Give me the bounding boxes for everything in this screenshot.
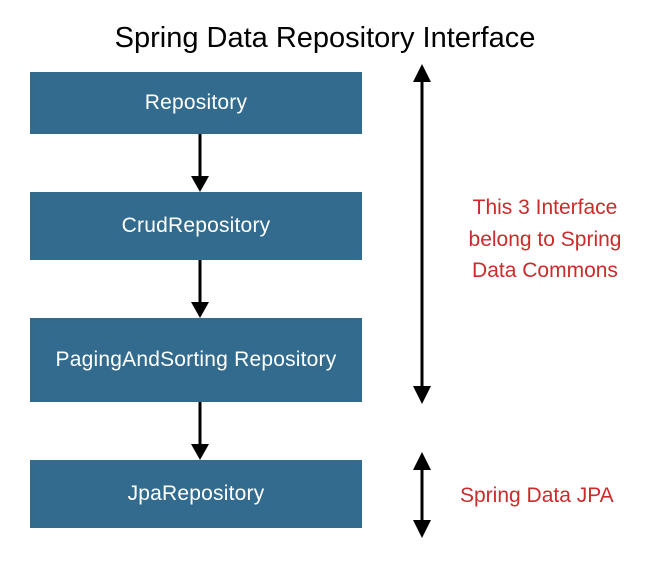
diagram-title: Spring Data Repository Interface <box>0 0 650 65</box>
arrow-down-icon <box>190 402 210 465</box>
box-paging-and-sorting-repository: PagingAndSorting Repository <box>30 318 362 402</box>
box-label: CrudRepository <box>122 213 271 239</box>
arrow-down-icon <box>190 260 210 323</box>
box-label: PagingAndSorting Repository <box>56 347 337 373</box>
box-jpa-repository: JpaRepository <box>30 460 362 528</box>
annotation-data-jpa: Spring Data JPA <box>460 482 650 510</box>
box-label: Repository <box>145 90 247 116</box>
arrow-down-icon <box>190 134 210 197</box>
annotation-data-commons: This 3 Interface belong to Spring Data C… <box>450 192 640 287</box>
box-repository: Repository <box>30 72 362 134</box>
double-arrow-icon <box>410 64 434 409</box>
annotation-text: Spring Data JPA <box>460 484 614 507</box>
annotation-text: This 3 Interface belong to Spring Data C… <box>469 196 622 282</box>
box-crud-repository: CrudRepository <box>30 192 362 260</box>
box-label: JpaRepository <box>128 481 265 507</box>
diagram-area: Repository CrudRepository PagingAndSorti… <box>30 72 630 562</box>
double-arrow-icon <box>410 452 434 543</box>
